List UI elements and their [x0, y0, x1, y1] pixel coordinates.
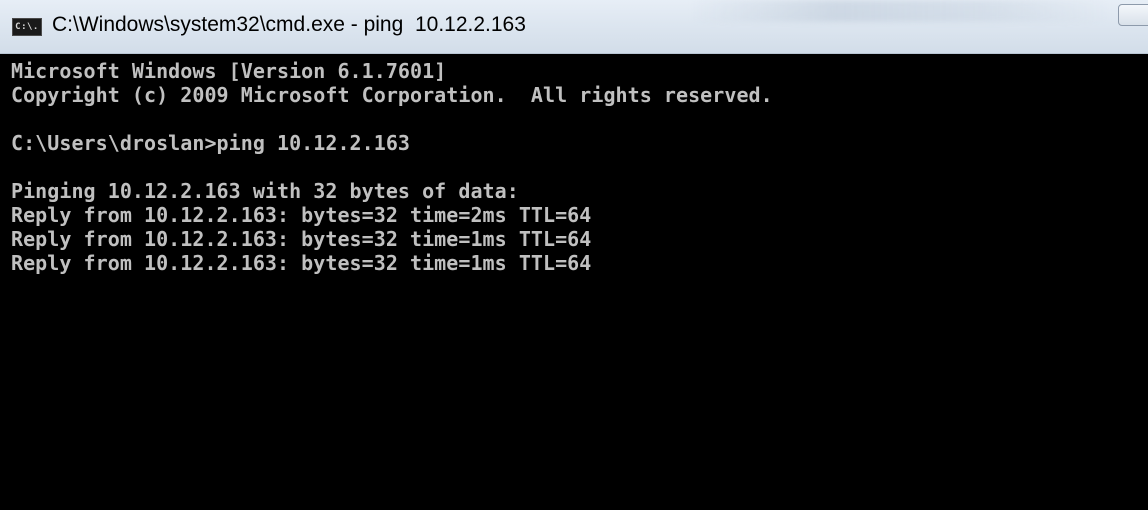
console-output[interactable]: Microsoft Windows [Version 6.1.7601] Cop… — [0, 54, 1148, 510]
cmd-icon-label: C:\. — [15, 21, 39, 32]
console-line-reply: Reply from 10.12.2.163: bytes=32 time=2m… — [11, 203, 592, 227]
console-line-command: C:\Users\droslan>ping 10.12.2.163 — [11, 131, 411, 155]
console-line-blank — [11, 107, 773, 131]
titlebar-background-blur — [690, 0, 1110, 22]
window-titlebar[interactable]: C:\. C:\Windows\system32\cmd.exe - ping … — [0, 0, 1148, 54]
console-line-version: Microsoft Windows [Version 6.1.7601] — [11, 59, 447, 83]
console-line-reply: Reply from 10.12.2.163: bytes=32 time=1m… — [11, 227, 592, 251]
window-control-button[interactable] — [1118, 4, 1148, 26]
command-prompt-window: C:\. C:\Windows\system32\cmd.exe - ping … — [0, 0, 1148, 510]
window-title: C:\Windows\system32\cmd.exe - ping 10.12… — [52, 13, 526, 36]
console-line-reply: Reply from 10.12.2.163: bytes=32 time=1m… — [11, 251, 592, 275]
console-lines: Microsoft Windows [Version 6.1.7601] Cop… — [11, 59, 773, 275]
console-line-pinging: Pinging 10.12.2.163 with 32 bytes of dat… — [11, 179, 519, 203]
console-line-copyright: Copyright (c) 2009 Microsoft Corporation… — [11, 83, 773, 107]
cmd-icon[interactable]: C:\. — [12, 18, 42, 36]
console-line-blank — [11, 155, 773, 179]
